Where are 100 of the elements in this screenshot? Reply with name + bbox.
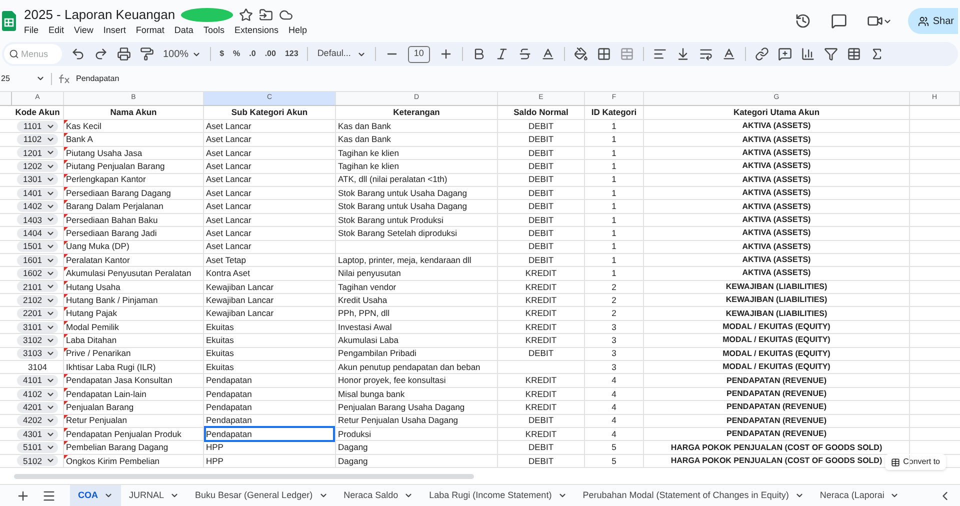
table-icon[interactable] (846, 47, 861, 61)
history-icon[interactable] (794, 13, 811, 29)
code-dropdown-chip[interactable]: 3101 (17, 322, 58, 333)
table-cell: Piutang Penjualan Barang (66, 160, 165, 173)
code-dropdown-chip[interactable]: 5102 (17, 455, 58, 466)
table-cell: Nilai penyusutan (338, 267, 401, 280)
vertical-align-icon[interactable] (676, 47, 690, 61)
sheet-tab[interactable]: COA (70, 484, 121, 506)
number-format-button[interactable]: % (233, 48, 240, 60)
menu-search-field[interactable]: Menus (4, 44, 62, 64)
code-dropdown-chip[interactable]: 1402 (17, 201, 58, 212)
folder-icon[interactable] (259, 8, 274, 22)
table-cell: DEBIT (528, 347, 554, 360)
filter-icon[interactable] (824, 47, 838, 61)
menu-item[interactable]: View (74, 24, 94, 36)
table-cell: Perlengkapan Kantor (66, 173, 146, 186)
code-dropdown-chip[interactable]: 4301 (17, 428, 58, 440)
code-dropdown-chip[interactable]: 1202 (17, 160, 58, 172)
table-cell: Uang Muka (DP) (66, 240, 130, 254)
code-dropdown-chip[interactable]: 1102 (17, 134, 58, 146)
menu-item[interactable]: Format (136, 24, 164, 36)
comment-icon[interactable] (830, 13, 847, 29)
print-icon[interactable] (117, 47, 131, 61)
undo-icon[interactable] (71, 47, 85, 61)
table-cell: Tagihan ke klien (338, 160, 399, 173)
code-dropdown-chip[interactable]: 2101 (17, 281, 58, 292)
strikethrough-icon[interactable] (518, 47, 532, 61)
code-dropdown-chip[interactable]: 3103 (17, 348, 58, 360)
table-cell: Stok Barang untuk Usaha Dagang (338, 186, 468, 200)
table-cell: Akumulasi Penyusutan Peralatan (66, 267, 192, 280)
cloud-icon[interactable] (279, 8, 294, 22)
sheet-tab[interactable]: Perubahan Modal (Statement of Changes in Equity) (574, 484, 812, 506)
add-comment-icon[interactable] (778, 47, 792, 61)
font-dropdown[interactable]: Defaul... (317, 47, 366, 61)
fill-color-icon[interactable] (574, 47, 588, 61)
zoom-dropdown[interactable]: 100% (163, 46, 201, 62)
menu-item[interactable]: Data (174, 24, 194, 36)
number-format-button[interactable]: 123 (284, 48, 298, 60)
document-title[interactable]: 2025 - Laporan Keuangan (24, 6, 176, 22)
menu-item[interactable]: Insert (103, 24, 126, 36)
table-cell: 4 (612, 374, 616, 387)
code-dropdown-chip[interactable]: 1601 (17, 254, 58, 266)
code-dropdown-chip[interactable]: 4202 (17, 415, 58, 426)
align-icon[interactable] (652, 47, 667, 61)
font-size-field[interactable]: 10 (408, 46, 430, 62)
code-dropdown-chip[interactable]: 1401 (17, 188, 58, 199)
menu-item[interactable]: File (24, 24, 39, 36)
menu-item[interactable]: Help (288, 24, 307, 36)
code-dropdown-chip[interactable]: 4101 (17, 375, 58, 386)
redo-icon[interactable] (94, 47, 108, 61)
code-dropdown-chip[interactable]: 1403 (17, 214, 58, 226)
table-cell: HPP (206, 454, 224, 468)
table-cell: Persediaan Barang Dagang (66, 186, 171, 200)
table-cell: Pendapatan Penjualan Produk (66, 428, 182, 441)
sheet-tab[interactable]: Laba Rugi (Income Statement) (421, 484, 575, 506)
code-dropdown-chip[interactable]: 1201 (17, 147, 58, 158)
menu-item[interactable]: Tools (203, 24, 224, 36)
menu-item[interactable]: Extensions (234, 24, 278, 36)
code-dropdown-chip[interactable]: 1101 (17, 120, 58, 132)
spreadsheet-logo[interactable] (2, 11, 16, 31)
code-dropdown-chip[interactable]: 1501 (17, 241, 58, 252)
table-cell: Aset Lancar (206, 240, 252, 254)
increase-size-icon[interactable] (438, 47, 453, 61)
number-format-button[interactable]: .0 (249, 48, 256, 60)
borders-icon[interactable] (596, 47, 611, 61)
code-dropdown-chip[interactable]: 3102 (17, 334, 58, 346)
sheet-tab[interactable]: JURNAL (121, 484, 188, 506)
table-cell: Investasi Awal (338, 320, 392, 334)
table-cell: 4 (612, 414, 616, 428)
header-cell: Sub Kategori Akun (204, 106, 336, 119)
share-button[interactable]: Shar (908, 8, 958, 34)
code-dropdown-chip[interactable]: 1301 (17, 174, 58, 186)
code-dropdown-chip[interactable]: 1404 (17, 228, 58, 239)
paint-format-icon[interactable] (140, 47, 154, 61)
horizontal-scrollbar[interactable] (14, 474, 474, 478)
table-cell: Persediaan Barang Jadi (66, 226, 157, 240)
sheet-tab[interactable]: Neraca Saldo (336, 484, 422, 506)
italic-icon[interactable] (494, 47, 509, 61)
code-dropdown-chip[interactable]: 4201 (17, 402, 58, 413)
table-cell: 3 (612, 360, 616, 374)
code-dropdown-chip[interactable]: 4102 (17, 388, 58, 400)
number-format-button[interactable]: .00 (264, 48, 276, 60)
link-icon[interactable] (754, 47, 769, 61)
code-dropdown-chip[interactable]: 2102 (17, 294, 58, 306)
number-format-button[interactable]: $ (220, 48, 224, 60)
table-cell: AKTIVA (ASSETS) (742, 187, 811, 200)
menu-item[interactable]: Edit (48, 24, 64, 36)
code-dropdown-chip[interactable]: 2201 (17, 308, 58, 320)
chart-icon[interactable] (800, 47, 815, 61)
wrap-text-icon[interactable] (698, 47, 713, 61)
code-dropdown-chip[interactable]: 1602 (17, 268, 58, 279)
code-dropdown-chip[interactable]: 5101 (17, 442, 58, 454)
sheet-tab[interactable]: Neraca (Laporai (812, 484, 908, 506)
all-sheets-icon[interactable] (42, 488, 56, 502)
sheet-tab[interactable]: Buku Besar (General Ledger) (187, 484, 336, 506)
star-icon[interactable] (239, 8, 254, 22)
convert-table-chip[interactable]: Convert to (885, 454, 946, 470)
add-sheet-icon[interactable] (16, 488, 30, 502)
text-color-icon[interactable] (540, 47, 555, 61)
name-box[interactable]: 25 (0, 72, 30, 84)
